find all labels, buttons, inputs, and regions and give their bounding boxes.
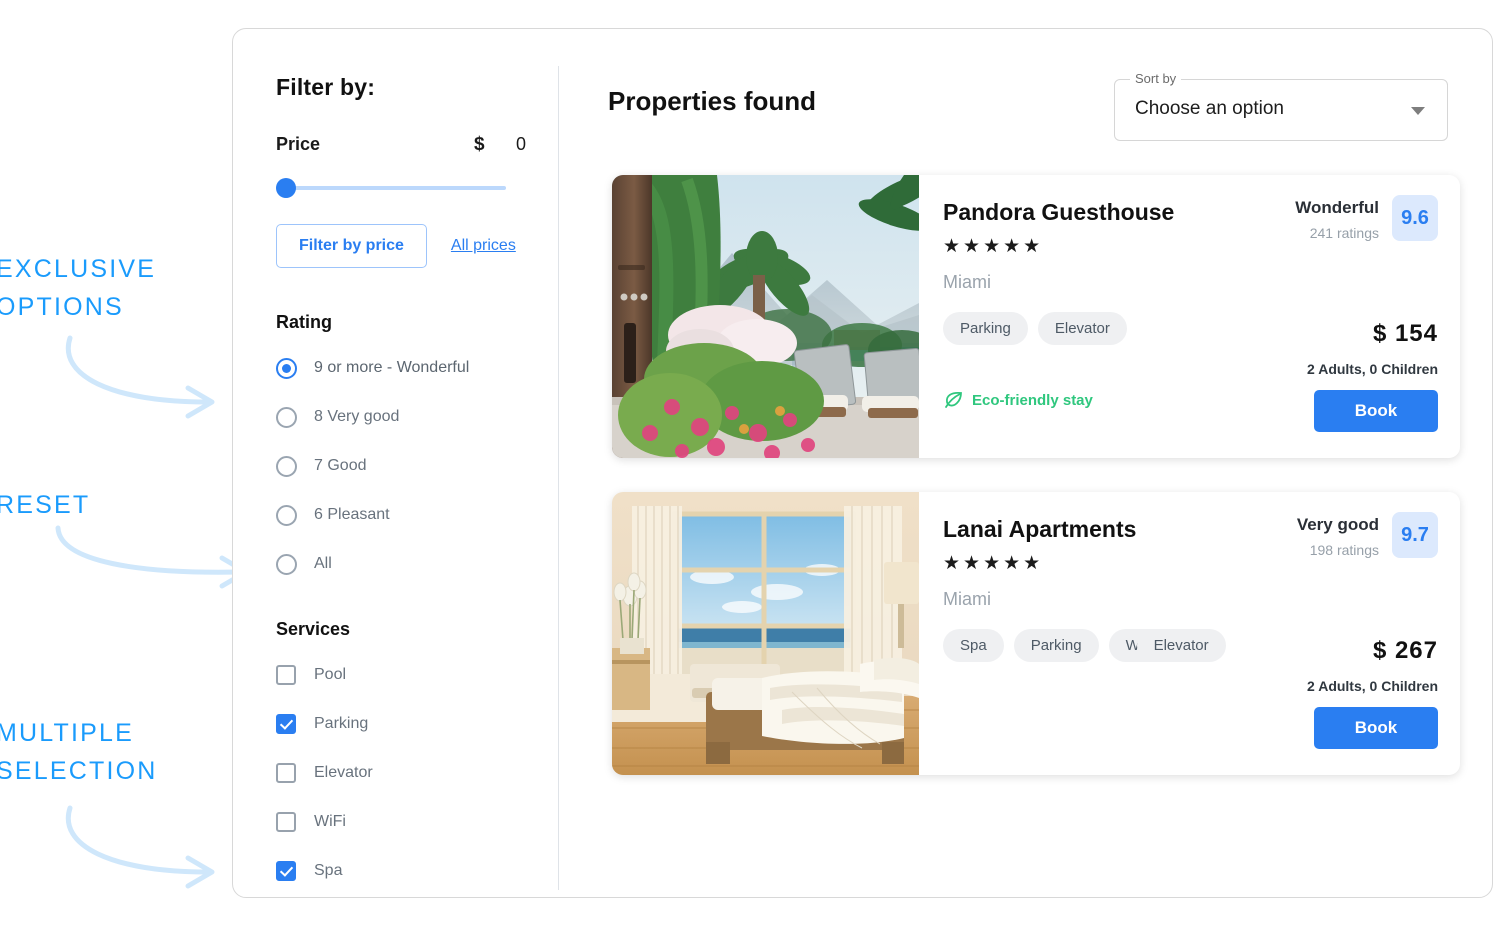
amenity-chip[interactable]: Spa [943,629,1004,662]
property-card[interactable]: Lanai Apartments ★★★★★ Miami Spa Parking… [612,492,1460,775]
eco-friendly-badge: Eco-friendly stay [943,391,1093,409]
rating-word: Very good [1296,515,1379,534]
leaf-icon [945,391,962,408]
annotation-arrow-exclusive [65,335,215,419]
service-option-label: Parking [314,715,369,732]
rating-option-label: All [314,555,332,572]
service-option-wifi[interactable]: WiFi [276,807,526,837]
all-prices-link[interactable]: All prices [451,237,516,255]
price-block: $ 267 2 Adults, 0 Children Book [1307,637,1438,749]
service-option-label: WiFi [314,813,346,830]
sort-by-select[interactable]: Sort by Choose an option [1114,71,1448,141]
sidebar-content-divider [558,66,559,890]
rating-count: 198 ratings [1309,542,1379,558]
rating-option-label: 9 or more - Wonderful [314,359,470,376]
rating-summary: Wonderful 241 ratings 9.6 [1295,195,1438,241]
sort-by-value: Choose an option [1135,98,1284,119]
rating-word: Wonderful [1295,198,1379,217]
rating-option-6-pleasant[interactable]: 6 Pleasant [276,500,526,530]
checkbox-icon[interactable] [276,861,296,881]
price-value: 0 [515,134,526,154]
services-section-title: Services [276,619,351,639]
price-block: $ 154 2 Adults, 0 Children Book [1307,320,1438,432]
page-title: Properties found [608,86,817,116]
annotation-exclusive-options: EXCLUSIVE OPTIONS [0,255,157,321]
book-button[interactable]: Book [1314,390,1438,432]
chevron-down-icon[interactable] [1411,107,1425,115]
rating-option-8-very-good[interactable]: 8 Very good [276,402,526,432]
property-card[interactable]: Pandora Guesthouse ★★★★★ Miami Parking E… [612,175,1460,458]
rating-summary: Very good 198 ratings 9.7 [1297,512,1438,558]
property-price: $ 267 [1372,637,1438,664]
rating-score-badge: 9.7 [1392,512,1438,558]
amenity-chip[interactable]: Elevator [1136,629,1226,662]
service-option-label: Pool [314,666,347,683]
property-name: Pandora Guesthouse [943,199,1175,225]
rating-option-7-good[interactable]: 7 Good [276,451,526,481]
property-city: Miami [943,589,991,609]
rating-option-label: 7 Good [314,457,367,474]
radio-icon[interactable] [276,553,297,575]
service-option-elevator[interactable]: Elevator [276,758,526,788]
checkbox-icon[interactable] [276,812,296,832]
price-actions: Filter by price All prices [276,224,526,268]
rating-section-title: Rating [276,312,332,332]
service-option-pool[interactable]: Pool [276,660,526,690]
price-currency: $ [473,134,485,155]
sort-by-label: Sort by [1130,71,1182,86]
guests-summary: 2 Adults, 0 Children [1307,678,1438,694]
rating-count: 241 ratings [1309,225,1379,241]
price-row: Price $ 0 [276,134,526,156]
filter-by-title: Filter by: [276,74,376,100]
checkbox-icon[interactable] [276,665,296,685]
content-header: Properties found Sort by Choose an optio… [608,71,1468,154]
property-city: Miami [943,272,991,292]
checkbox-icon[interactable] [276,714,296,734]
annotation-arrow-multiple [65,805,215,889]
rating-option-all[interactable]: All [276,549,526,579]
amenity-chips: Spa Parking WiFi Elevator [943,629,1236,662]
property-price: $ 154 [1372,320,1438,347]
tropical-terrace-photo [612,175,919,458]
radio-icon[interactable] [276,406,297,428]
service-option-label: Elevator [314,764,373,781]
guests-summary: 2 Adults, 0 Children [1307,361,1438,377]
amenity-chip[interactable]: Parking [1013,629,1099,662]
service-option-label: Spa [314,862,343,879]
radio-icon[interactable] [276,504,297,526]
star-rating-icon: ★★★★★ [943,553,1044,574]
price-slider[interactable] [276,178,506,198]
filter-by-price-button[interactable]: Filter by price [276,224,427,268]
rating-option-label: 8 Very good [314,408,400,425]
service-option-spa[interactable]: Spa [276,856,526,886]
annotation-multiple-selection: MULTIPLE SELECTION [0,719,158,785]
radio-icon[interactable] [276,455,297,477]
star-rating-icon: ★★★★★ [943,236,1044,257]
service-option-parking[interactable]: Parking [276,709,526,739]
book-button[interactable]: Book [1314,707,1438,749]
beach-bedroom-photo [612,492,919,775]
amenity-chips: Parking Elevator [943,312,1137,345]
checkbox-icon[interactable] [276,763,296,783]
radio-icon[interactable] [276,357,297,379]
price-slider-thumb[interactable] [276,178,296,198]
screen-root: EXCLUSIVE OPTIONS RESET MULTIPLE SELECTI… [0,0,1500,930]
amenity-chip[interactable]: Parking [943,312,1028,345]
price-label: Price [276,134,321,154]
amenity-chip[interactable]: Elevator [1037,312,1127,345]
rating-option-9-or-more[interactable]: 9 or more - Wonderful [276,353,526,383]
annotation-reset: RESET [0,491,91,519]
price-slider-track[interactable] [276,186,506,190]
rating-score-badge: 9.6 [1392,195,1438,241]
property-name: Lanai Apartments [943,516,1137,542]
eco-friendly-label: Eco-friendly stay [972,391,1093,409]
filter-sidebar: Filter by: Price $ 0 Filter by price All… [276,74,526,886]
property-details: Lanai Apartments ★★★★★ Miami Spa Parking… [943,492,1460,775]
property-details: Pandora Guesthouse ★★★★★ Miami Parking E… [943,175,1460,458]
rating-option-label: 6 Pleasant [314,506,390,523]
